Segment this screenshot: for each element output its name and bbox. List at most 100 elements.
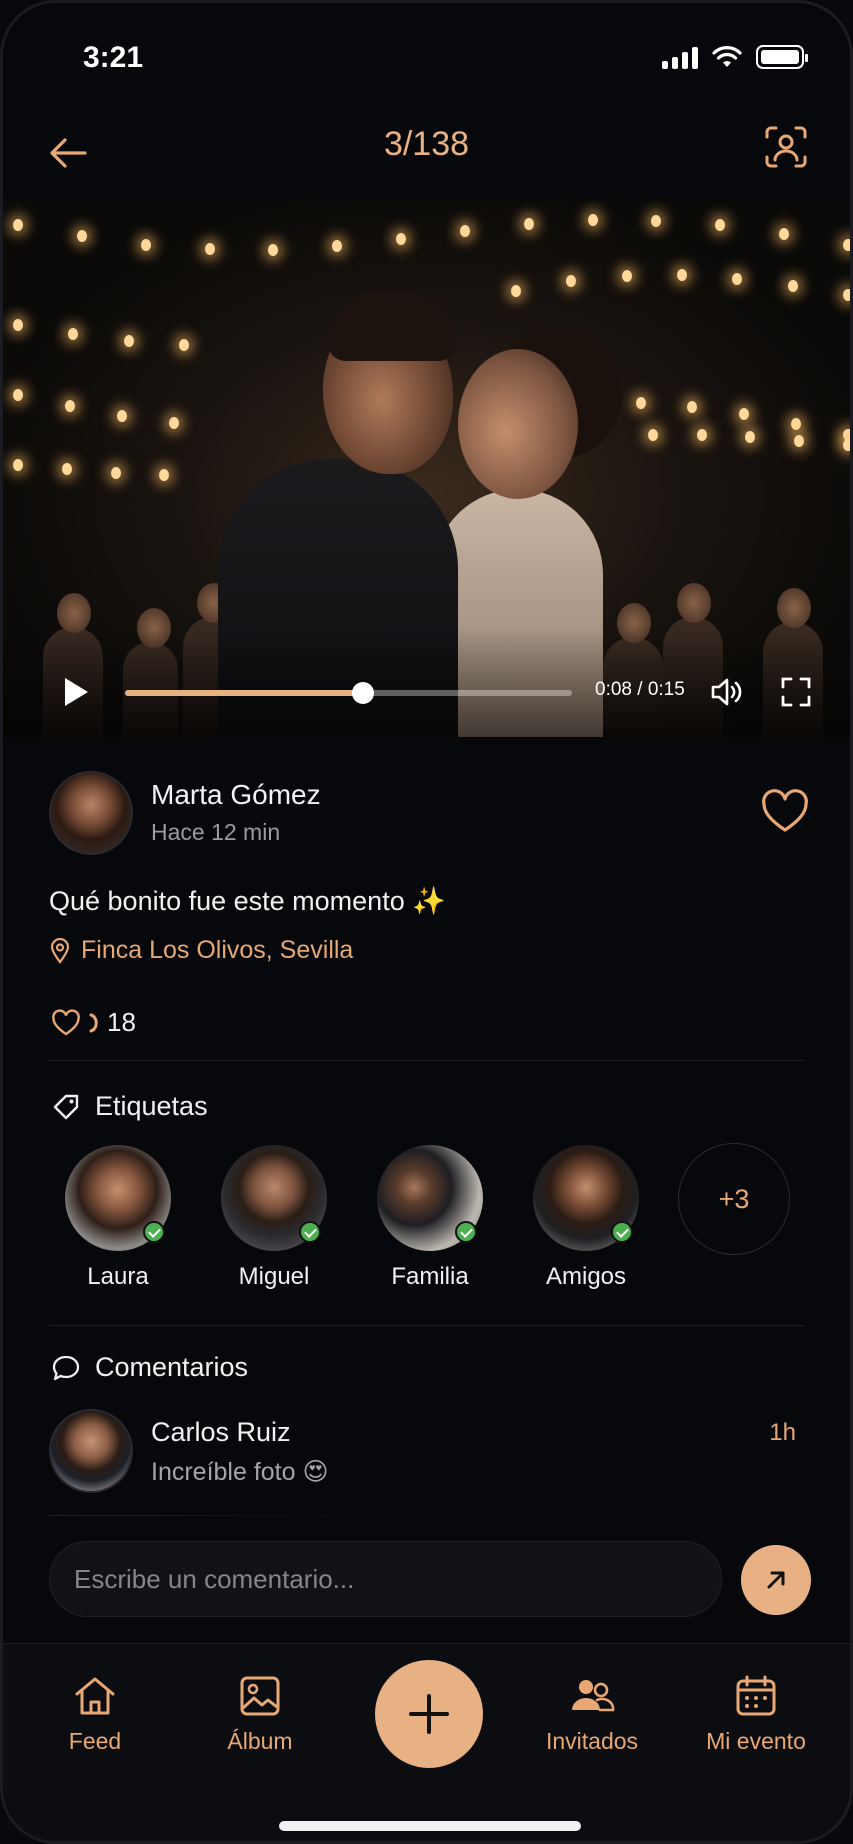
light-bulb [116, 409, 127, 422]
send-button[interactable] [741, 1545, 811, 1615]
light-bulb [739, 408, 750, 421]
status-bar: 3:21 [3, 3, 850, 113]
avatar[interactable] [49, 771, 133, 855]
post-author: Marta Gómez Hace 12 min [49, 771, 810, 855]
home-indicator [279, 1821, 581, 1831]
plus-icon [409, 1694, 449, 1734]
tag-item-familia[interactable]: Familia [375, 1145, 485, 1291]
nav-label: Álbum [227, 1728, 293, 1754]
more-tags-button[interactable]: +3 [678, 1143, 790, 1255]
header: 3/138 [3, 113, 850, 199]
video-scrubber-handle[interactable] [352, 682, 375, 704]
light-bulb [715, 219, 726, 232]
video-time: 0:08 / 0:15 [595, 679, 685, 700]
author-name[interactable]: Marta Gómez [151, 779, 321, 811]
light-bulb [696, 429, 707, 442]
light-bulb [843, 239, 850, 251]
nav-item-invitados[interactable]: Invitados [517, 1674, 667, 1755]
light-bulb [13, 389, 23, 401]
location-pin-icon [50, 937, 70, 964]
phone-screen: 3:21 3/138 0:08 / 0:15 Marta Gómez Hace … [0, 0, 853, 1844]
bottom-nav: Feed Álbum Invitados Mi evento [3, 1643, 850, 1841]
comment-author[interactable]: Carlos Ruiz [151, 1417, 291, 1448]
tag-label: Amigos [545, 1263, 627, 1290]
comment-input[interactable] [74, 1542, 694, 1616]
nav-item-album[interactable]: Álbum [185, 1674, 335, 1755]
comment-item: Carlos Ruiz Increíble foto 😍 1h [49, 1409, 796, 1493]
post-location[interactable]: Finca Los Olivos, Sevilla [49, 936, 353, 965]
calendar-icon [736, 1675, 776, 1716]
post-caption: Qué bonito fue este momento ✨ [49, 886, 446, 916]
media-counter: 3/138 [383, 125, 470, 163]
light-bulb [566, 275, 577, 288]
face-recognition-icon[interactable] [762, 123, 810, 171]
heart-icon[interactable] [760, 789, 810, 835]
nav-label: Invitados [545, 1728, 639, 1754]
light-bulb [168, 417, 179, 430]
tags-title: Etiquetas [95, 1091, 208, 1121]
location-label: Finca Los Olivos, Sevilla [81, 936, 354, 964]
light-bulb [651, 214, 662, 227]
tags-section-title: Etiquetas [51, 1091, 208, 1122]
light-bulb [110, 466, 121, 479]
nav-item-feed[interactable]: Feed [20, 1674, 170, 1755]
light-bulb [159, 468, 170, 481]
light-bulb [204, 243, 215, 256]
status-time: 3:21 [83, 41, 144, 74]
video-progress-track[interactable] [125, 682, 572, 704]
light-bulb [621, 269, 632, 282]
post-time: Hace 12 min [151, 819, 281, 845]
check-badge-icon [143, 1221, 165, 1243]
check-badge-icon [611, 1221, 633, 1243]
comment-time: 1h [769, 1419, 796, 1446]
comments-title: Comentarios [95, 1352, 249, 1382]
light-bulb [13, 459, 23, 471]
light-bulb [794, 434, 805, 447]
light-bulb [64, 400, 75, 413]
play-icon[interactable] [61, 675, 91, 709]
light-bulb [635, 396, 646, 409]
light-bulb [843, 289, 850, 301]
divider [49, 1060, 804, 1061]
light-bulb [13, 219, 23, 231]
light-bulb [140, 238, 151, 251]
light-bulb [843, 439, 850, 451]
wifi-icon [712, 46, 742, 67]
tag-label: Laura [87, 1263, 149, 1290]
light-bulb [787, 279, 798, 292]
status-icons [662, 45, 808, 69]
divider [49, 1515, 369, 1516]
light-bulb [745, 431, 756, 444]
send-arrow-icon [767, 1571, 785, 1589]
video-player[interactable] [3, 199, 850, 737]
home-icon [75, 1677, 115, 1715]
comment-bubble-icon [52, 1355, 80, 1380]
divider [49, 1325, 804, 1326]
nav-item-mi-evento[interactable]: Mi evento [681, 1674, 831, 1755]
light-bulb [587, 214, 598, 227]
nav-label: Feed [68, 1728, 122, 1754]
volume-icon[interactable] [709, 675, 745, 709]
tag-item-miguel[interactable]: Miguel [219, 1145, 329, 1291]
bride-face [458, 349, 578, 499]
image-icon [240, 1676, 280, 1716]
tag-item-laura[interactable]: Laura [63, 1145, 173, 1291]
heart-outline-icon [52, 1008, 80, 1035]
clap-icon [89, 1013, 98, 1032]
light-bulb [647, 428, 658, 441]
check-badge-icon [299, 1221, 321, 1243]
nav-label: Mi evento [706, 1728, 806, 1754]
light-bulb [523, 218, 534, 231]
light-bulb [687, 400, 698, 413]
comment-text: Increíble foto 😍 [151, 1458, 329, 1486]
light-bulb [179, 339, 189, 352]
tag-label: Familia [391, 1263, 469, 1290]
light-bulb [459, 224, 470, 237]
light-bulb [396, 233, 407, 246]
fullscreen-icon[interactable] [779, 675, 813, 709]
likes-summary[interactable]: 18 [51, 1007, 136, 1038]
tag-item-amigos[interactable]: Amigos [531, 1145, 641, 1291]
add-button[interactable] [375, 1660, 483, 1768]
avatar[interactable] [49, 1409, 133, 1493]
light-bulb [123, 335, 134, 348]
